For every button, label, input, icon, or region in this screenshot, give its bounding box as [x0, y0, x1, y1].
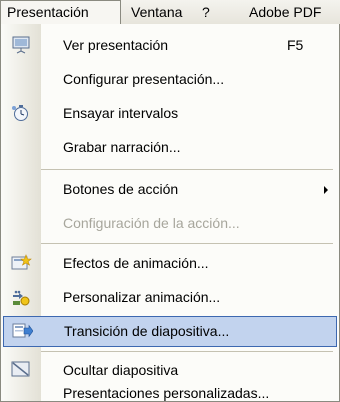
- menu-item-ver-presentacion[interactable]: Ver presentación F5: [2, 30, 338, 61]
- menu-item-transicion-de-diapositiva[interactable]: Transición de diapositiva...: [3, 316, 337, 347]
- menu-item-configurar-presentacion[interactable]: Configurar presentación...: [2, 64, 338, 95]
- menu-item-label: Configuración de la acción...: [63, 215, 240, 231]
- menu-separator: [41, 169, 333, 170]
- custom-animation-icon: [10, 288, 32, 306]
- animation-effects-icon: [10, 254, 32, 272]
- menu-item-efectos-de-animacion[interactable]: Efectos de animación...: [2, 248, 338, 279]
- submenu-arrow-icon: [324, 186, 328, 194]
- menu-item-grabar-narracion[interactable]: Grabar narración...: [2, 132, 338, 163]
- menu-adobe-pdf[interactable]: Adobe PDF: [243, 0, 327, 24]
- hide-slide-icon: [10, 360, 32, 378]
- menu-item-label: Ver presentación: [63, 37, 169, 53]
- menu-item-label: Grabar narración...: [63, 139, 181, 155]
- menu-bar: Presentación Ventana ? Adobe PDF: [0, 0, 340, 24]
- menu-item-presentaciones-personalizadas[interactable]: Presentaciones personalizadas...: [2, 384, 338, 402]
- menu-item-label: Presentaciones personalizadas...: [63, 385, 270, 401]
- presentacion-dropdown-menu: Ver presentación F5 Configurar presentac…: [0, 24, 340, 402]
- menu-item-personalizar-animacion[interactable]: Personalizar animación...: [2, 282, 338, 313]
- shortcut-label: F5: [287, 37, 304, 53]
- menu-item-label: Botones de acción: [63, 181, 179, 197]
- menu-item-label: Personalizar animación...: [63, 289, 221, 305]
- menu-presentacion[interactable]: Presentación: [0, 0, 121, 24]
- rehearse-timings-icon: [10, 104, 32, 122]
- menu-item-label: Ocultar diapositiva: [63, 362, 179, 378]
- slide-transition-icon: [11, 322, 34, 340]
- menu-item-ocultar-diapositiva[interactable]: Ocultar diapositiva: [2, 356, 338, 384]
- menu-separator: [41, 351, 333, 352]
- menu-item-label: Ensayar intervalos: [63, 105, 179, 121]
- menu-help[interactable]: ?: [196, 0, 216, 24]
- menu-item-ensayar-intervalos[interactable]: Ensayar intervalos: [2, 98, 338, 129]
- menu-item-botones-de-accion[interactable]: Botones de acción: [2, 174, 338, 205]
- slideshow-icon: [10, 36, 32, 54]
- menu-item-label: Efectos de animación...: [63, 255, 209, 271]
- menu-separator: [41, 243, 333, 244]
- menu-ventana[interactable]: Ventana: [125, 0, 188, 24]
- menu-item-configuracion-de-la-accion: Configuración de la acción...: [2, 208, 338, 239]
- menu-item-label: Transición de diapositiva...: [64, 323, 230, 339]
- menu-item-label: Configurar presentación...: [63, 71, 225, 87]
